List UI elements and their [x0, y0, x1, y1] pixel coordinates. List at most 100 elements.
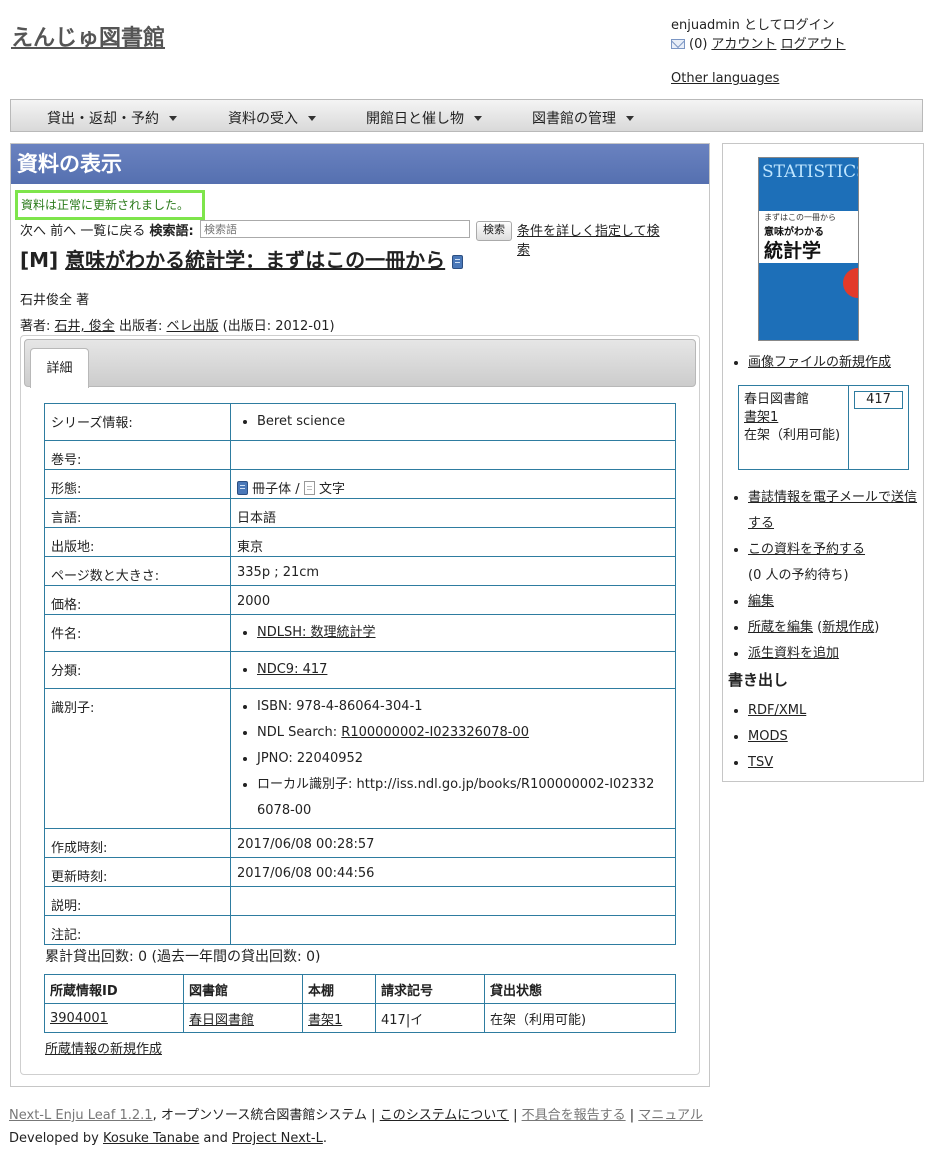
new-picture-link[interactable]: 画像ファイルの新規作成 — [748, 355, 891, 370]
form-value: 冊子体 / 文字 — [230, 469, 676, 499]
local-identifier: ローカル識別子: http://iss.ndl.go.jp/books/R100… — [257, 772, 669, 824]
cover-title-jp-large: 統計学 — [764, 240, 822, 262]
table-row: 作成時刻: 2017/06/08 00:28:57 — [44, 828, 676, 858]
record-title: [M] 意味がわかる統計学：まずはこの一冊から — [20, 244, 464, 273]
login-status: enjuadmin としてログイン — [671, 18, 835, 33]
advanced-search-link[interactable]: 条件を詳しく指定して検索 — [517, 220, 660, 258]
classification-link[interactable]: NDC9: 417 — [257, 662, 327, 677]
item-call-number: 417|イ — [375, 1003, 485, 1033]
menu-circulation[interactable]: 貸出・返却・予約 — [47, 108, 177, 128]
ndl-search-link[interactable]: R100000002-I023326078-00 — [341, 725, 529, 740]
col-status: 貸出状態 — [484, 974, 676, 1004]
detail-table: シリーズ情報: Beret science 巻号: 形態: 冊子体 / 文字 言… — [44, 403, 676, 945]
statement-of-responsibility: 石井俊全 著 — [20, 293, 90, 308]
subject-label: 件名: — [44, 614, 231, 652]
developed-by-text: Developed by — [9, 1131, 99, 1146]
mail-icon[interactable] — [671, 39, 685, 49]
jpno-value: JPNO: 22040952 — [257, 746, 669, 772]
subject-link[interactable]: NDLSH: 数理統計学 — [257, 625, 376, 640]
classification-label: 分類: — [44, 651, 231, 689]
item-library-link[interactable]: 春日図書館 — [189, 1013, 254, 1028]
cover-subtitle: まずはこの一冊から — [764, 213, 836, 222]
email-record-link[interactable]: 書誌情報を電子メールで送信する — [748, 490, 917, 531]
site-title-link[interactable]: えんじゅ図書館 — [11, 20, 165, 52]
prev-link[interactable]: 前へ — [50, 224, 76, 239]
menu-events[interactable]: 開館日と催し物 — [366, 108, 482, 128]
col-library: 図書館 — [183, 974, 303, 1004]
chevron-down-icon — [308, 116, 316, 121]
manual-link[interactable]: マニュアル — [638, 1108, 703, 1123]
message-count: (0) — [689, 37, 708, 52]
table-header-row: 所蔵情報ID 図書館 本棚 請求記号 貸出状態 — [44, 974, 676, 1004]
new-item-link[interactable]: 所蔵情報の新規作成 — [45, 1038, 162, 1057]
reservation-waiting: (0 人の予約待ち) — [748, 568, 849, 583]
extent-value: 335p ; 21cm — [230, 556, 676, 586]
ndl-search-item: NDL Search: R100000002-I023326078-00 — [257, 720, 669, 746]
holding-shelf-link[interactable]: 書架1 — [744, 410, 778, 425]
logout-link[interactable]: ログアウト — [781, 37, 846, 52]
holding-summary: 春日図書館 書架1 在架（利用可能) 417 — [738, 385, 909, 470]
export-links: RDF/XML MODS TSV — [732, 698, 806, 776]
project-link[interactable]: Project Next-L — [232, 1131, 323, 1146]
footer-separator: | — [513, 1108, 518, 1123]
publisher-link[interactable]: ベレ出版 — [166, 319, 218, 334]
table-row: 出版地: 東京 — [44, 527, 676, 557]
creators-line: 著者: 石井, 俊全 出版者: ベレ出版 (出版日: 2012-01) — [20, 315, 335, 334]
col-call-number: 請求記号 — [375, 974, 485, 1004]
author-link[interactable]: Kosuke Tanabe — [103, 1131, 199, 1146]
publication-date: (出版日: 2012-01) — [222, 319, 335, 334]
product-link[interactable]: Next-L Enju Leaf 1.2.1 — [9, 1108, 153, 1123]
login-box: enjuadmin としてログイン (0) アカウント ログアウト — [671, 16, 846, 54]
table-row: 形態: 冊子体 / 文字 — [44, 469, 676, 499]
publisher-label: 出版者: — [118, 319, 163, 334]
export-rdf-link[interactable]: RDF/XML — [748, 703, 806, 718]
extent-label: ページ数と大きさ: — [44, 556, 231, 586]
volume-value — [230, 440, 676, 470]
item-id-link[interactable]: 3904001 — [50, 1011, 108, 1026]
about-link[interactable]: このシステムについて — [380, 1108, 509, 1123]
table-row: シリーズ情報: Beret science — [44, 403, 676, 441]
period-text: . — [322, 1131, 327, 1146]
book-cover-image[interactable]: STATISTICS まずはこの一冊から 意味がわかる 統計学 — [758, 157, 859, 341]
cover-title-en: STATISTICS — [762, 162, 859, 182]
new-item-sidebar-link[interactable]: 新規作成 — [822, 620, 874, 635]
search-label: 検索語: — [149, 224, 194, 239]
menu-admin[interactable]: 図書館の管理 — [532, 108, 634, 128]
col-item-id: 所蔵情報ID — [44, 974, 184, 1004]
chevron-down-icon — [474, 116, 482, 121]
export-mods-link[interactable]: MODS — [748, 729, 788, 744]
add-derived-link[interactable]: 派生資料を追加 — [748, 646, 839, 661]
creator-link[interactable]: 石井, 俊全 — [55, 319, 115, 334]
tab-detail[interactable]: 詳細 — [30, 348, 89, 388]
place-value: 東京 — [230, 527, 676, 557]
menu-acquisition[interactable]: 資料の受入 — [228, 108, 316, 128]
created-value: 2017/06/08 00:28:57 — [230, 828, 676, 858]
description-label: 説明: — [44, 886, 231, 916]
other-languages-link[interactable]: Other languages — [671, 71, 779, 86]
edit-link[interactable]: 編集 — [748, 594, 774, 609]
table-row: 巻号: — [44, 440, 676, 470]
account-link[interactable]: アカウント — [711, 37, 776, 52]
search-input[interactable] — [200, 220, 470, 238]
record-title-link[interactable]: 意味がわかる統計学：まずはこの一冊から — [65, 248, 445, 272]
identifier-label: 識別子: — [44, 688, 231, 829]
reserve-link[interactable]: この資料を予約する — [748, 542, 865, 557]
item-shelf-link[interactable]: 書架1 — [308, 1013, 342, 1028]
back-to-list-link[interactable]: 一覧に戻る — [80, 224, 145, 239]
edit-items-link[interactable]: 所蔵を編集 — [748, 620, 813, 635]
book-icon — [237, 481, 248, 495]
language-value: 日本語 — [230, 498, 676, 528]
search-button[interactable]: 検索 — [476, 221, 512, 241]
export-tsv-link[interactable]: TSV — [748, 755, 773, 770]
updated-value: 2017/06/08 00:44:56 — [230, 857, 676, 887]
footer-separator: | — [371, 1108, 376, 1123]
search-row: 次へ 前へ 一覧に戻る 検索語: 検索 条件を詳しく指定して検索 — [20, 220, 660, 258]
holding-library: 春日図書館 — [744, 392, 810, 407]
next-link[interactable]: 次へ — [20, 224, 46, 239]
created-label: 作成時刻: — [44, 828, 231, 858]
bug-report-link[interactable]: 不具合を報告する — [522, 1108, 626, 1123]
carrier-type: 冊子体 — [252, 482, 292, 497]
isbn-value: ISBN: 978-4-86064-304-1 — [257, 694, 669, 720]
table-row: 価格: 2000 — [44, 585, 676, 615]
series-value: Beret science — [257, 409, 669, 435]
